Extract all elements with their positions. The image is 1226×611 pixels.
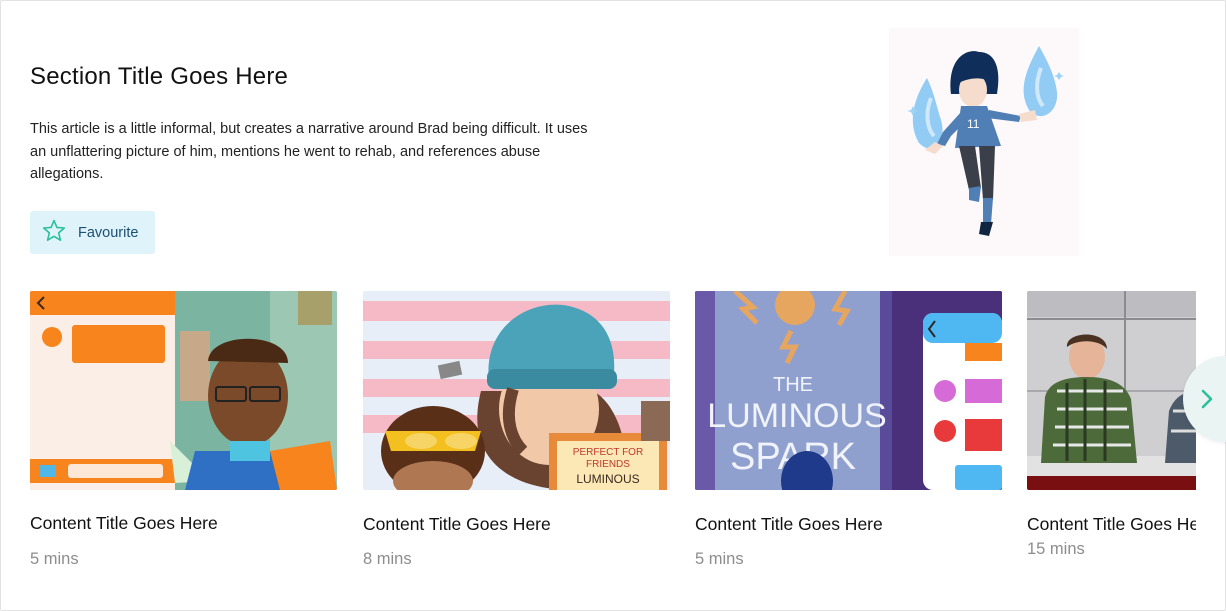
hero-illustration: 11 — [889, 28, 1079, 256]
content-card[interactable]: Content Title Goes Here 15 mins — [1027, 291, 1196, 558]
content-card[interactable]: PERFECT FOR FRIENDS LUMINOUS Content Tit… — [363, 291, 670, 568]
svg-text:LUMINOUS: LUMINOUS — [576, 472, 639, 486]
card-thumbnail-comic-luminous-spark: THE LUMINOUS SPARK — [695, 291, 1002, 490]
card-thumbnail-photo-panel-men — [1027, 291, 1196, 490]
svg-text:11: 11 — [967, 117, 980, 131]
card-thumbnail-comic-beanie-friends: PERFECT FOR FRIENDS LUMINOUS — [363, 291, 670, 490]
content-card[interactable]: Content Title Goes Here 5 mins — [30, 291, 337, 568]
svg-text:LUMINOUS: LUMINOUS — [707, 397, 886, 435]
card-title[interactable]: Content Title Goes Here — [1027, 514, 1196, 535]
favourite-button[interactable]: Favourite — [30, 211, 155, 254]
card-duration: 5 mins — [695, 550, 744, 568]
card-title[interactable]: Content Title Goes Here — [363, 514, 551, 535]
svg-text:FRIENDS: FRIENDS — [586, 459, 630, 470]
card-thumbnail-comic-chat-phone — [30, 291, 337, 490]
card-duration: 15 mins — [1027, 540, 1085, 558]
section-description: This article is a little informal, but c… — [30, 121, 588, 182]
card-duration: 5 mins — [30, 550, 79, 568]
section-title: Section Title Goes Here — [30, 63, 289, 90]
content-card[interactable]: THE LUMINOUS SPARK Content Title Goes He… — [695, 291, 1002, 568]
favourite-label: Favourite — [78, 224, 139, 241]
card-title[interactable]: Content Title Goes Here — [30, 513, 218, 534]
svg-text:PERFECT FOR: PERFECT FOR — [573, 447, 643, 458]
star-outline-icon — [41, 218, 67, 247]
svg-text:THE: THE — [773, 374, 813, 396]
content-carousel: Content Title Goes Here 5 mins PERFECT F… — [30, 291, 1196, 591]
card-duration: 8 mins — [363, 550, 412, 568]
card-title[interactable]: Content Title Goes Here — [695, 514, 883, 535]
chevron-right-icon — [1201, 389, 1213, 409]
